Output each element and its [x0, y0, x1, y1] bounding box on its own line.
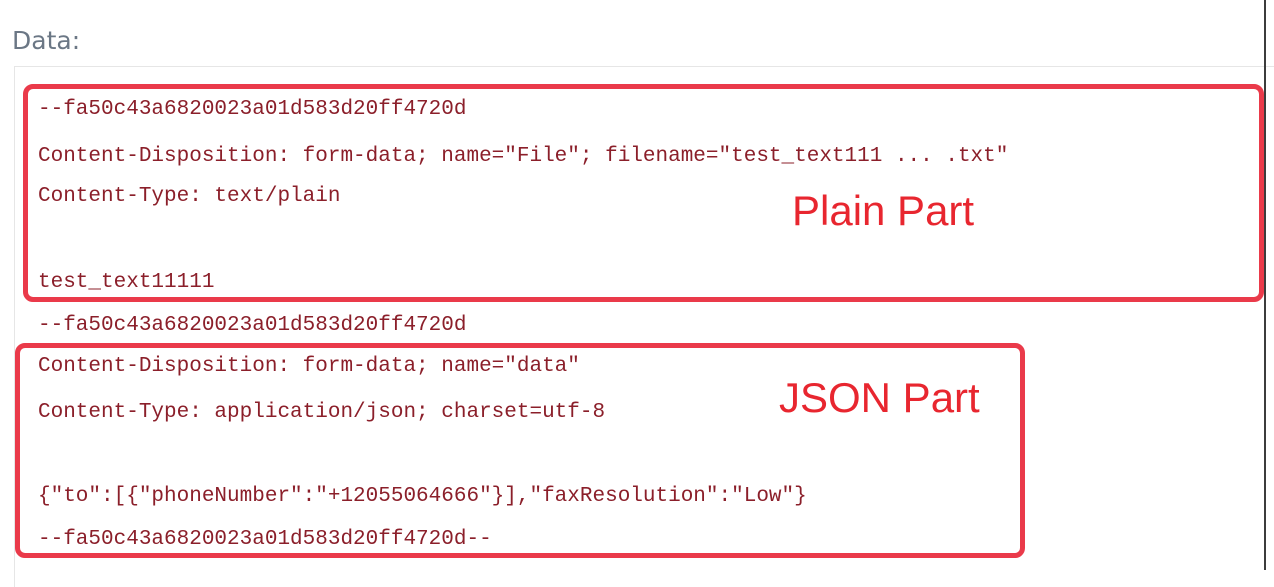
json-part-annotation: JSON Part: [779, 374, 980, 421]
panel-divider: [1264, 0, 1266, 570]
code-line-boundary-2: --fa50c43a6820023a01d583d20ff4720d: [38, 314, 467, 337]
plain-part-annotation: Plain Part: [792, 187, 975, 234]
data-section-label: Data:: [12, 26, 81, 55]
plain-part-highlight-box: [23, 84, 1264, 302]
